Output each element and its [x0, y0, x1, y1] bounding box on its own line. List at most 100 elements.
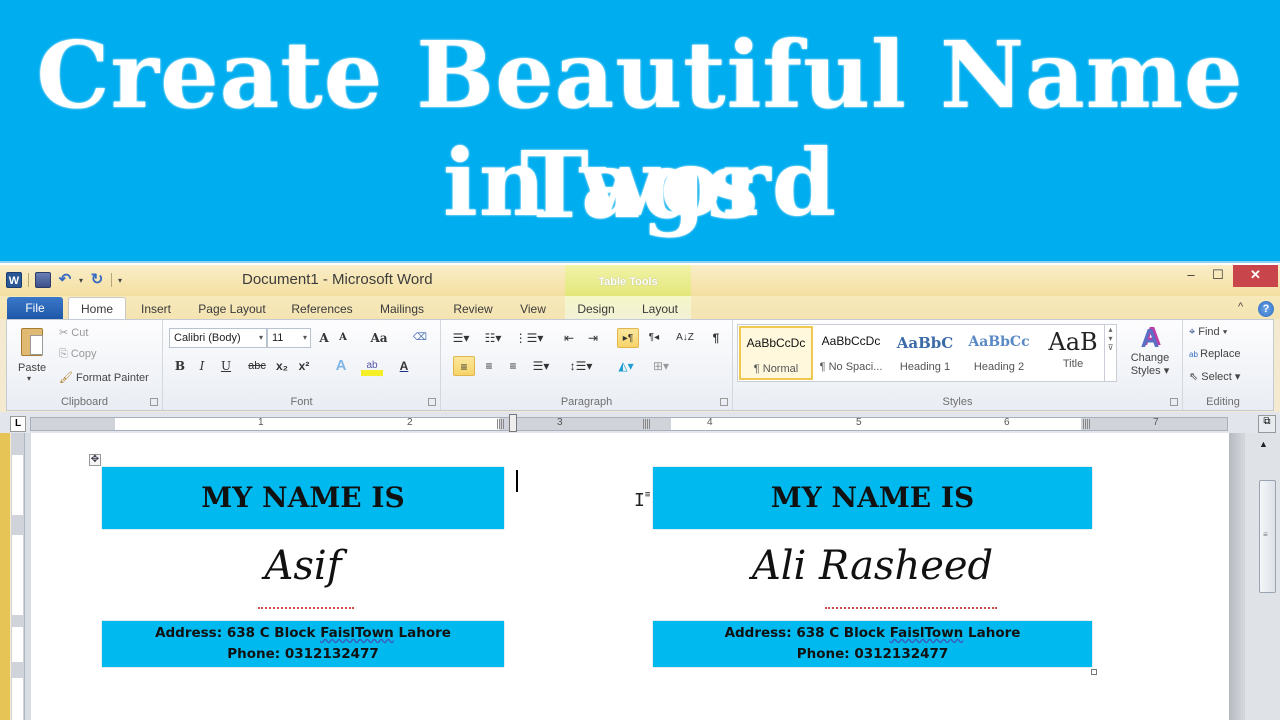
line-spacing-icon: ↕☰▾ [569, 359, 593, 373]
multilevel-list-button[interactable]: ⋮☰▾ [513, 328, 545, 348]
styles-gallery-scroll[interactable]: ▴ ▾ ⊽ [1104, 325, 1116, 381]
highlight-button[interactable]: ab [361, 356, 383, 376]
copy-button[interactable]: ⎘ Copy [59, 348, 97, 361]
clipboard-launcher-icon[interactable] [150, 398, 158, 406]
sort-button[interactable]: A↓Z [673, 328, 697, 348]
style-heading-1[interactable]: AaBbC Heading 1 [888, 326, 962, 380]
close-button[interactable]: ✕ [1233, 265, 1278, 287]
borders-button[interactable]: ⊞▾ [647, 356, 675, 376]
undo-dropdown-icon[interactable]: ▾ [79, 276, 83, 285]
column-marker[interactable] [1083, 419, 1091, 429]
minimize-button[interactable]: – [1180, 265, 1202, 287]
align-right-button[interactable]: ≡ [503, 356, 523, 376]
style-normal[interactable]: AaBbCcDc ¶ Normal [739, 326, 813, 380]
font-name-select[interactable]: Calibri (Body) ▾ [169, 328, 267, 348]
change-styles-button[interactable]: A Change Styles ▾ [1125, 324, 1175, 384]
maximize-button[interactable]: ☐ [1205, 265, 1231, 287]
increase-indent-button[interactable]: ⇥ [583, 328, 603, 348]
numbering-button[interactable]: ☷▾ [479, 328, 507, 348]
font-launcher-icon[interactable] [428, 398, 436, 406]
tag-address-bar[interactable]: Address: 638 C Block FaislTown Lahore Ph… [653, 621, 1092, 667]
scroll-up-icon[interactable]: ▲ [1259, 439, 1268, 449]
align-left-button[interactable]: ≡ [453, 356, 475, 376]
grow-font-button[interactable]: A [315, 328, 333, 348]
superscript-button[interactable]: x² [295, 356, 313, 376]
tag-name-text[interactable]: Asif [102, 543, 504, 609]
shrink-font-button[interactable]: A [335, 328, 351, 348]
vertical-ruler[interactable] [11, 433, 25, 720]
shading-button[interactable]: ◭▾ [611, 356, 641, 376]
undo-icon[interactable]: ↶ [57, 272, 73, 288]
tab-selector[interactable]: L [10, 416, 26, 432]
column-marker[interactable] [643, 419, 651, 429]
vertical-scrollbar[interactable]: ▲ ≡ [1244, 433, 1280, 720]
align-center-button[interactable]: ≡ [479, 356, 499, 376]
ruler-number: 6 [1004, 417, 1010, 428]
tab-insert[interactable]: Insert [134, 299, 178, 319]
left-to-right-button[interactable]: ▸¶ [617, 328, 639, 348]
tag-name-text[interactable]: Ali Rasheed [653, 543, 1092, 609]
format-painter-button[interactable]: 🖌 Format Painter [59, 371, 149, 384]
cut-button[interactable]: ✂ Cut [59, 326, 88, 339]
find-button[interactable]: ⌖ Find ▾ [1189, 326, 1227, 339]
redo-icon[interactable]: ↻ [89, 272, 105, 288]
collapse-ribbon-icon[interactable]: ^ [1238, 301, 1243, 313]
tag-header-bar[interactable]: MY NAME IS [653, 467, 1092, 529]
change-case-button[interactable]: Aa [365, 328, 393, 348]
ruler-number: 5 [856, 417, 862, 428]
font-color-button[interactable]: A [395, 356, 413, 376]
bullets-button[interactable]: ☰▾ [447, 328, 475, 348]
subscript-button[interactable]: x₂ [273, 356, 291, 376]
scroll-thumb[interactable]: ≡ [1259, 480, 1276, 593]
word-app-icon[interactable]: W [6, 272, 22, 288]
font-size-select[interactable]: 11 ▾ [267, 328, 311, 348]
tab-mailings[interactable]: Mailings [372, 299, 432, 319]
rtl-icon: ¶◂ [648, 332, 660, 343]
style-no-spacing[interactable]: AaBbCcDc ¶ No Spaci... [814, 326, 888, 380]
horizontal-ruler[interactable]: 1 2 3 4 5 6 7 [30, 414, 1228, 432]
tag-address-bar[interactable]: Address: 638 C Block FaislTown Lahore Ph… [102, 621, 504, 667]
justify-button[interactable]: ☰▾ [527, 356, 555, 376]
text-effects-button[interactable]: A [331, 356, 351, 376]
tab-references[interactable]: References [286, 299, 358, 319]
tab-file[interactable]: File [7, 297, 63, 319]
strikethrough-button[interactable]: abc [245, 356, 269, 376]
line-spacing-button[interactable]: ↕☰▾ [567, 356, 595, 376]
styles-launcher-icon[interactable] [1170, 398, 1178, 406]
styles-group-label: Styles [942, 396, 973, 408]
tab-home[interactable]: Home [68, 297, 126, 320]
quick-access-toolbar: W ↶ ▾ ↻ ▾ [6, 271, 122, 289]
italic-button[interactable]: I [193, 356, 211, 376]
select-button[interactable]: ⇖ Select ▾ [1189, 370, 1240, 383]
bold-button[interactable]: B [171, 356, 189, 376]
tag-header-bar[interactable]: MY NAME IS [102, 467, 504, 529]
multilevel-list-icon: ⋮☰▾ [514, 331, 544, 345]
cursor-arrow-icon: ⇖ [1189, 371, 1202, 383]
right-to-left-button[interactable]: ¶◂ [643, 328, 665, 348]
style-heading-2[interactable]: AaBbCc Heading 2 [962, 326, 1036, 380]
view-ruler-icon[interactable]: ⧉ [1258, 415, 1276, 433]
ruler-row: L 1 2 3 4 5 6 7 ⧉ [0, 412, 1280, 433]
table-resize-handle[interactable] [1091, 669, 1097, 675]
show-formatting-marks-button[interactable]: ¶ [707, 328, 725, 348]
replace-button[interactable]: ab Replace [1189, 348, 1240, 360]
save-icon[interactable] [35, 272, 51, 288]
indent-marker[interactable] [509, 414, 517, 432]
tab-page-layout[interactable]: Page Layout [192, 299, 272, 319]
customize-qat-icon[interactable]: ▾ [118, 276, 122, 285]
help-icon[interactable]: ? [1258, 301, 1274, 317]
banner-title-line2: in word [442, 129, 838, 237]
column-marker[interactable] [497, 419, 505, 429]
decrease-indent-button[interactable]: ⇤ [559, 328, 579, 348]
paste-button[interactable]: Paste ▾ [13, 324, 53, 386]
underline-button[interactable]: U [217, 356, 235, 376]
tab-view[interactable]: View [512, 299, 554, 319]
style-title[interactable]: AaB Title [1036, 326, 1110, 380]
tab-design[interactable]: Design [570, 299, 622, 319]
paragraph-launcher-icon[interactable] [720, 398, 728, 406]
tab-layout[interactable]: Layout [634, 299, 686, 319]
tab-review[interactable]: Review [446, 299, 500, 319]
editing-group-label: Editing [1206, 396, 1240, 408]
table-move-handle[interactable]: ✥ [89, 454, 101, 466]
clear-formatting-icon[interactable]: ⌫ [409, 328, 431, 348]
